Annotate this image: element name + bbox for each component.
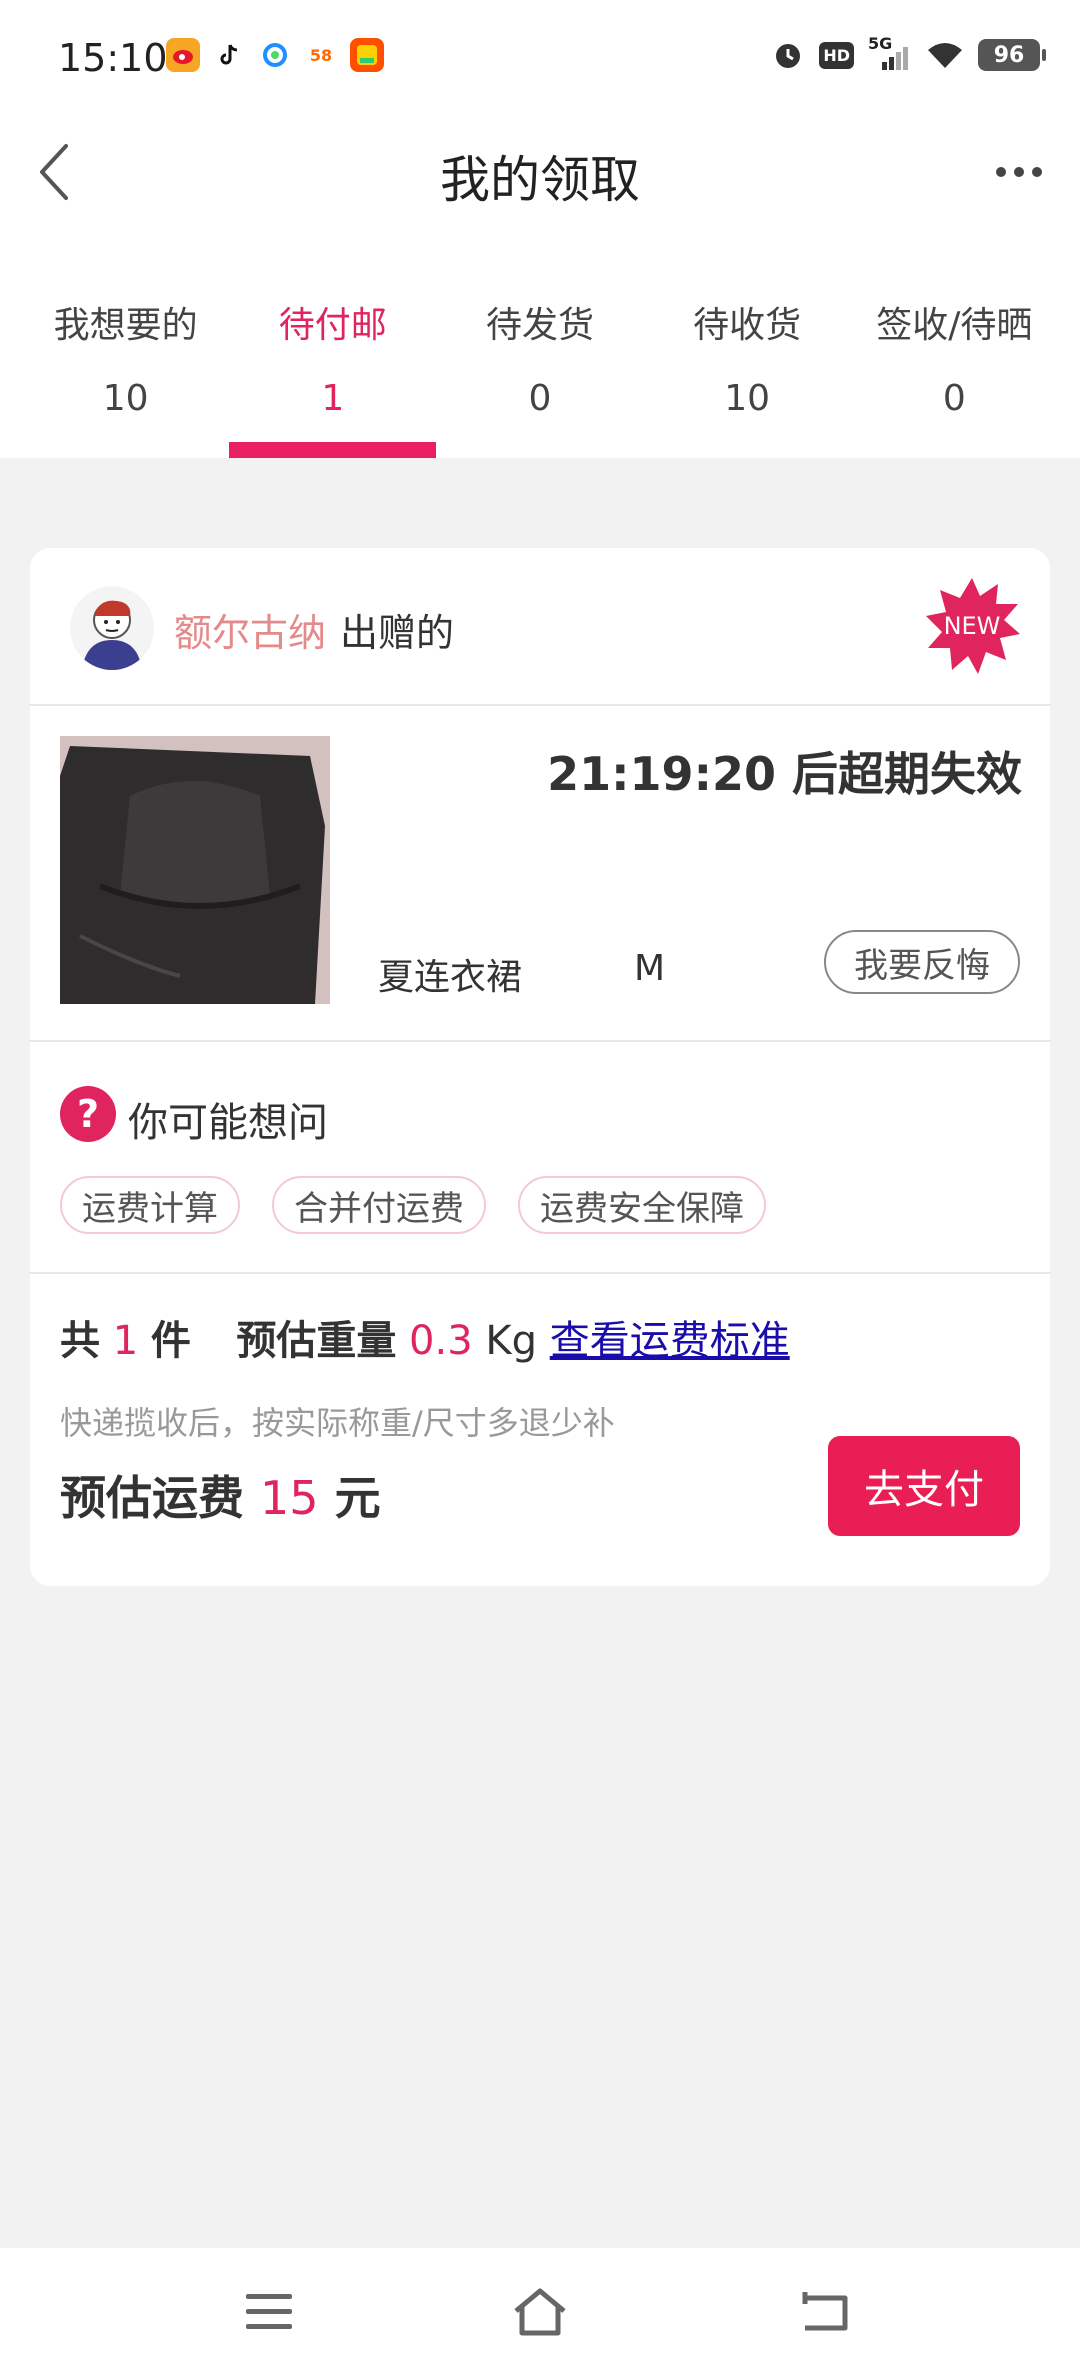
tab-count: 10	[724, 378, 771, 419]
chip-shipping-guarantee[interactable]: 运费安全保障	[518, 1176, 766, 1234]
giver-suffix: 出赠的	[340, 611, 455, 655]
order-card: 额尔古纳 出赠的 NEW 21:19:20 后超期失效 夏连衣裙 M 我要反悔 ?	[30, 548, 1050, 1586]
faq-title: 你可能想问	[128, 1100, 328, 1146]
more-dot	[1032, 167, 1042, 177]
tab-label: 待收货	[693, 305, 802, 346]
back-nav-button[interactable]	[790, 2282, 860, 2342]
5g-signal-icon: 5G	[868, 34, 912, 72]
status-time: 15:10	[58, 36, 168, 80]
more-options-button[interactable]	[984, 140, 1054, 204]
tab-count: 0	[528, 378, 552, 419]
tab-label: 我想要的	[53, 305, 198, 346]
fee-line: 预估运费 15 元	[60, 1462, 381, 1528]
tab-label: 待发货	[485, 305, 594, 346]
tab-awaiting-postage[interactable]: 待付邮 1	[229, 280, 437, 458]
pay-button[interactable]: 去支付	[828, 1436, 1020, 1536]
tab-signed-review[interactable]: 签收/待晒 0	[851, 280, 1058, 458]
faq-chips: 运费计算 合并付运费 运费安全保障	[60, 1176, 766, 1234]
weight-label: 预估重量	[236, 1318, 397, 1364]
avatar[interactable]	[70, 586, 154, 670]
tab-awaiting-shipment[interactable]: 待发货 0	[436, 280, 643, 458]
shipping-note: 快递揽收后，按实际称重/尺寸多退少补	[60, 1404, 615, 1442]
active-tab-indicator	[229, 442, 437, 458]
fee-unit: 元	[334, 1471, 381, 1525]
weight-value: 0.3	[409, 1318, 473, 1364]
tab-count: 0	[942, 378, 966, 419]
tab-awaiting-receipt[interactable]: 待收货 10	[644, 280, 851, 458]
fee-label: 预估运费	[60, 1471, 244, 1525]
status-tabs: 我想要的 10 待付邮 1 待发货 0 待收货 10 签收/待晒 0	[22, 280, 1058, 458]
system-navigation-bar	[0, 2248, 1080, 2376]
item-row: 21:19:20 后超期失效 夏连衣裙 M 我要反悔	[30, 708, 1050, 1042]
tiktok-icon	[212, 38, 246, 72]
summary-line: 共 1 件 预估重量 0.3 Kg 查看运费标准	[60, 1308, 790, 1366]
app-header: 我的领取	[0, 118, 1080, 228]
back-icon	[802, 2292, 848, 2331]
hd-icon: HD	[819, 38, 854, 72]
alarm-icon	[771, 38, 805, 72]
new-badge: NEW	[922, 576, 1022, 676]
status-bar: 15:10 58 HD 5G 96	[0, 0, 1080, 118]
item-size: M	[634, 948, 666, 989]
taobao-app-icon	[350, 38, 384, 72]
tab-count: 10	[102, 378, 149, 419]
expire-countdown: 21:19:20 后超期失效	[547, 747, 1022, 801]
qq-browser-icon	[258, 38, 292, 72]
wifi-icon	[926, 38, 964, 72]
total-count: 1	[112, 1318, 139, 1364]
total-suffix: 件	[150, 1318, 191, 1364]
weibo-icon	[166, 38, 200, 72]
hd-label: HD	[819, 41, 854, 69]
item-name: 夏连衣裙	[378, 957, 523, 998]
giver-row[interactable]: 额尔古纳 出赠的 NEW	[30, 548, 1050, 706]
page-title: 我的领取	[440, 151, 640, 209]
giver-text: 额尔古纳 出赠的	[174, 602, 454, 657]
home-icon	[514, 2288, 566, 2336]
payment-summary: 共 1 件 预估重量 0.3 Kg 查看运费标准 快递揽收后，按实际称重/尺寸多…	[30, 1276, 1050, 1586]
shipping-standard-link[interactable]: 查看运费标准	[550, 1318, 790, 1364]
tab-wanted[interactable]: 我想要的 10	[22, 280, 229, 458]
chip-combined-postage[interactable]: 合并付运费	[272, 1176, 486, 1234]
battery-indicator: 96	[978, 39, 1046, 71]
question-icon: ?	[60, 1086, 116, 1142]
more-dots-icon	[996, 167, 1006, 177]
regret-button[interactable]: 我要反悔	[824, 930, 1020, 994]
new-badge-label: NEW	[943, 612, 1001, 640]
fee-value: 15	[260, 1471, 319, 1525]
system-icons: HD 5G 96	[771, 34, 1046, 72]
menu-icon	[246, 2294, 292, 2329]
giver-name[interactable]: 额尔古纳	[174, 611, 326, 655]
58-app-icon: 58	[304, 38, 338, 72]
faq-section: ? 你可能想问 运费计算 合并付运费 运费安全保障	[30, 1044, 1050, 1274]
more-dot	[1014, 167, 1024, 177]
network-label: 5G	[868, 34, 893, 53]
total-prefix: 共	[60, 1318, 100, 1364]
menu-button[interactable]	[234, 2282, 304, 2342]
item-image[interactable]	[60, 736, 330, 1004]
notification-icons: 58	[166, 38, 384, 72]
chip-shipping-calculation[interactable]: 运费计算	[60, 1176, 240, 1234]
weight-unit: Kg	[485, 1318, 538, 1364]
tab-count: 1	[321, 378, 345, 419]
tab-label: 待付邮	[278, 305, 387, 346]
tab-label: 签收/待晒	[876, 305, 1033, 346]
home-button[interactable]	[505, 2282, 575, 2342]
